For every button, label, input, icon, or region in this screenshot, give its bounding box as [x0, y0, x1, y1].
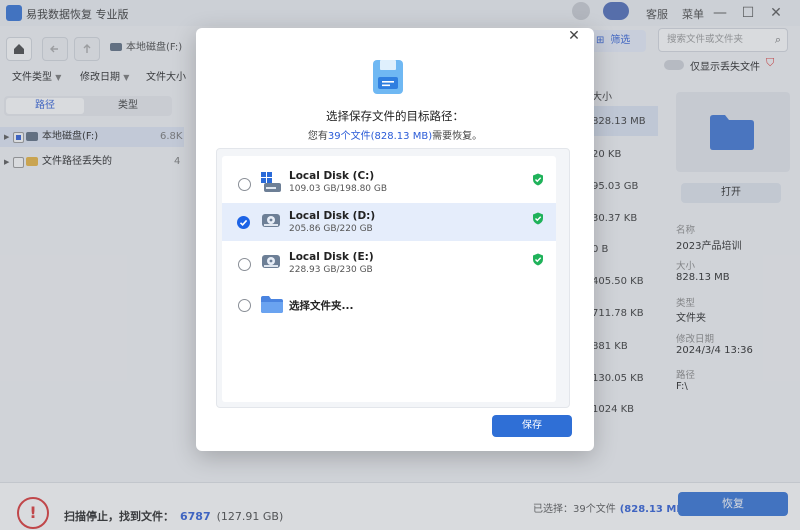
shield-check-icon — [533, 212, 543, 225]
folder-icon — [261, 296, 283, 313]
disk-size: 228.93 GB/230 GB — [289, 265, 373, 275]
disk-name: Local Disk (C:) — [289, 170, 375, 182]
save-floppy-icon — [373, 60, 403, 94]
dialog-title: 选择保存文件的目标路径： — [326, 109, 464, 123]
radio-unselected[interactable] — [238, 178, 251, 191]
shield-check-icon — [533, 173, 543, 186]
disk-size: 109.03 GB/198.80 GB — [289, 184, 388, 194]
close-dialog-button[interactable]: ✕ — [566, 28, 582, 44]
disk-option-c[interactable]: Local Disk (C:) 109.03 GB/198.80 GB — [222, 164, 556, 202]
choose-folder-label: 选择文件夹... — [289, 300, 354, 312]
dialog-subtitle: 您有39个文件(828.13 MB)需要恢复。 — [307, 131, 483, 142]
radio-unselected[interactable] — [238, 258, 251, 271]
drive-icon — [262, 255, 280, 268]
windows-drive-icon — [261, 172, 281, 192]
shield-check-icon — [533, 253, 543, 266]
drive-icon — [262, 214, 280, 227]
disk-option-e[interactable]: Local Disk (E:) 228.93 GB/230 GB — [222, 244, 556, 282]
disk-name: Local Disk (E:) — [289, 251, 374, 263]
radio-selected[interactable] — [237, 216, 250, 229]
radio-unselected[interactable] — [238, 299, 251, 312]
check-icon — [239, 219, 248, 226]
disk-size: 205.86 GB/220 GB — [289, 224, 373, 234]
choose-folder-option[interactable]: 选择文件夹... — [222, 286, 556, 324]
disk-name: Local Disk (D:) — [289, 210, 376, 222]
save-button[interactable]: 保存 — [492, 415, 572, 437]
disk-option-d[interactable]: Local Disk (D:) 205.86 GB/220 GB — [222, 203, 556, 241]
